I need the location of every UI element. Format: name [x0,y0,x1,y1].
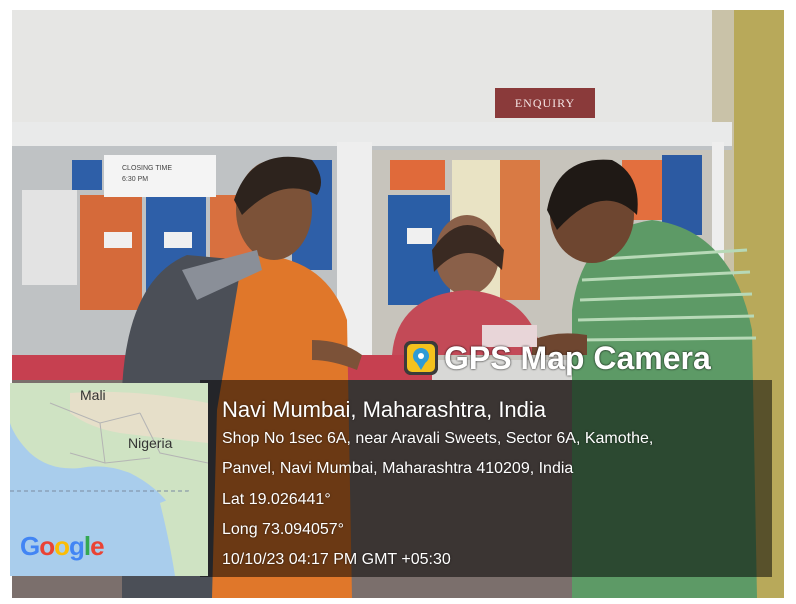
google-letter: e [90,531,105,561]
address-line-2: Panvel, Navi Mumbai, Maharashtra 410209,… [222,460,574,477]
closing-time-hour: 6:30 PM [122,176,149,183]
enquiry-sign: ENQUIRY [495,88,595,118]
map-label-mali: Mali [80,387,106,403]
location-place: Navi Mumbai, Maharashtra, India [222,397,547,422]
google-logo: Google [20,531,105,562]
location-map-thumbnail: Mali Nigeria Google [10,383,208,576]
gps-map-camera-icon [404,341,438,375]
timestamp: 10/10/23 04:17 PM GMT +05:30 [222,551,451,568]
photo-frame: ENQUIRY CLOSING TIME 6:30 PM GPS Map Cam… [0,0,796,604]
longitude: Long 73.094057° [222,521,345,538]
google-letter: o [39,531,55,561]
gps-stamp-header: GPS Map Camera [404,333,711,383]
closing-time-title: CLOSING TIME [122,165,173,172]
closing-time-notice: CLOSING TIME 6:30 PM [104,157,216,195]
address-line-1: Shop No 1sec 6A, near Aravali Sweets, Se… [222,430,654,447]
google-letter: o [54,531,70,561]
google-letter: G [20,531,40,561]
map-label-nigeria: Nigeria [128,435,173,451]
latitude: Lat 19.026441° [222,491,331,508]
google-letter: g [69,531,85,561]
gps-map-camera-title: GPS Map Camera [444,339,711,376]
